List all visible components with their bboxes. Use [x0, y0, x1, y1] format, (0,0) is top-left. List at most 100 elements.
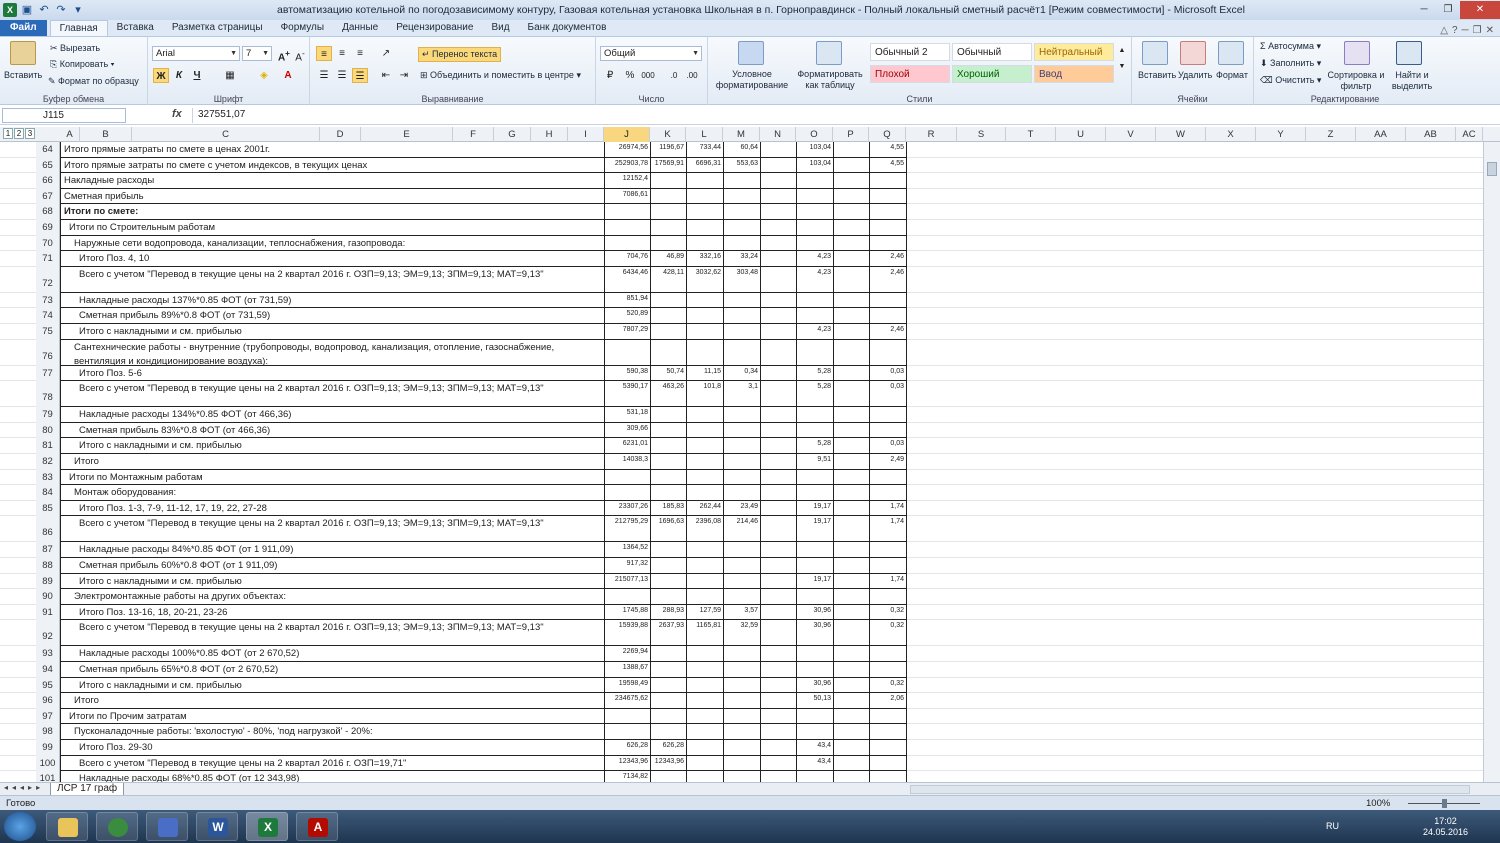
cell-o[interactable]: 30,96 [796, 679, 833, 689]
item-description[interactable]: Накладные расходы 137%*0.85 ФОТ (от 731,… [62, 294, 602, 308]
cell-j[interactable]: 12152,4 [604, 174, 650, 184]
cell-o[interactable]: 4,23 [796, 325, 833, 335]
cut-button[interactable]: ✂ Вырезать [50, 43, 100, 54]
cell-j[interactable]: 5390,17 [604, 382, 650, 392]
fill-button[interactable]: ⬇ Заполнить ▾ [1260, 58, 1321, 69]
cell-o[interactable]: 4,23 [796, 252, 833, 262]
cell-q[interactable]: 0,32 [869, 679, 906, 689]
column-header-B[interactable]: B [80, 127, 132, 142]
cell-k[interactable]: 2637,93 [650, 621, 686, 631]
cell-j[interactable]: 1388,67 [604, 663, 650, 673]
item-description[interactable]: Итого прямые затраты по смете с учетом и… [62, 159, 602, 173]
row-header[interactable]: 80 [36, 422, 60, 439]
row-header[interactable]: 87 [36, 542, 60, 558]
align-left-icon[interactable]: ☰ [316, 68, 332, 83]
percent-icon[interactable]: % [622, 68, 638, 83]
row-header[interactable]: 77 [36, 365, 60, 382]
item-description[interactable]: Итого с накладными и см. прибылью [62, 325, 602, 339]
item-description[interactable]: Итого прямые затраты по смете в ценах 20… [62, 143, 602, 157]
cell-j[interactable]: 1364,52 [604, 543, 650, 553]
column-header-H[interactable]: H [531, 127, 568, 142]
word-taskbar-button[interactable]: W [196, 812, 238, 841]
cell-j[interactable]: 590,38 [604, 367, 650, 377]
cell-j[interactable]: 626,28 [604, 741, 650, 751]
fx-icon[interactable]: fx [172, 108, 182, 120]
tab-3[interactable]: Разметка страницы [163, 20, 272, 36]
item-description[interactable]: Итого с накладными и см. прибылью [62, 439, 602, 453]
explorer-taskbar-button[interactable] [46, 812, 88, 841]
cell-m[interactable]: 214,46 [723, 517, 760, 527]
column-header-C[interactable]: C [132, 127, 320, 142]
cell-o[interactable]: 43,4 [796, 757, 833, 767]
cell-o[interactable]: 19,17 [796, 575, 833, 585]
cell-l[interactable]: 127,59 [686, 606, 723, 616]
cell-k[interactable]: 463,26 [650, 382, 686, 392]
tab-4[interactable]: Формулы [272, 20, 334, 36]
cell-o[interactable]: 30,96 [796, 621, 833, 631]
cell-q[interactable]: 2,46 [869, 252, 906, 262]
cell-j[interactable]: 7807,29 [604, 325, 650, 335]
formula-input[interactable]: 327551,07 [192, 108, 1492, 123]
conditional-format-button[interactable]: Условное форматирование [712, 69, 792, 91]
cell-k[interactable]: 1196,67 [650, 143, 686, 153]
merge-center-button[interactable]: ⊞ Объединить и поместить в центре ▾ [420, 70, 581, 81]
cell-q[interactable]: 2,46 [869, 268, 906, 278]
row-header[interactable]: 74 [36, 308, 60, 324]
cell-j[interactable]: 23307,26 [604, 502, 650, 512]
conditional-format-icon[interactable] [738, 41, 764, 65]
cell-style-5[interactable]: Ввод [1034, 65, 1114, 83]
tab-5[interactable]: Данные [333, 20, 387, 36]
column-header-S[interactable]: S [957, 127, 1006, 142]
cell-k[interactable]: 428,11 [650, 268, 686, 278]
cell-q[interactable]: 2,06 [869, 694, 906, 704]
item-description[interactable]: Пусконаладочные работы: 'вхолостую' - 80… [62, 725, 602, 739]
item-description[interactable]: Накладные расходы 84%*0.85 ФОТ (от 1 911… [62, 543, 602, 557]
fill-color-icon[interactable]: ◈ [256, 68, 272, 83]
grow-font-icon[interactable]: A+ [276, 46, 292, 63]
cell-j[interactable]: 12343,96 [604, 757, 650, 767]
column-header-Y[interactable]: Y [1256, 127, 1306, 142]
cell-m[interactable]: 32,59 [723, 621, 760, 631]
item-description[interactable]: Накладные расходы 100%*0.85 ФОТ (от 2 67… [62, 647, 602, 661]
item-description[interactable]: Сметная прибыль 60%*0.8 ФОТ (от 1 911,09… [62, 559, 602, 573]
binoculars-icon[interactable] [1396, 41, 1422, 65]
cell-k[interactable]: 50,74 [650, 367, 686, 377]
number-format-combo[interactable]: Общий ▼ [600, 46, 702, 61]
tab-6[interactable]: Рецензирование [387, 20, 482, 36]
column-header-N[interactable]: N [760, 127, 796, 142]
tab-1[interactable]: Главная [49, 20, 108, 36]
align-bottom-icon[interactable]: ≡ [352, 46, 368, 61]
column-header-V[interactable]: V [1106, 127, 1156, 142]
cell-j[interactable]: 212795,29 [604, 517, 650, 527]
cell-m[interactable]: 33,24 [723, 252, 760, 262]
cell-j[interactable]: 1745,88 [604, 606, 650, 616]
decrease-decimal-icon[interactable]: .00 [684, 68, 700, 83]
row-header[interactable]: 90 [36, 589, 60, 605]
cell-j[interactable]: 7134,82 [604, 772, 650, 782]
row-header[interactable]: 91 [36, 604, 60, 621]
cell-o[interactable]: 19,17 [796, 502, 833, 512]
row-header[interactable]: 73 [36, 292, 60, 309]
column-header-K[interactable]: K [650, 127, 686, 142]
workbook-restore-icon[interactable]: ❐ [1473, 25, 1482, 36]
font-color-icon[interactable]: A [280, 68, 296, 83]
excel-taskbar-button[interactable]: X [246, 812, 288, 841]
cell-j[interactable]: 234675,62 [604, 694, 650, 704]
italic-button[interactable]: К [171, 68, 187, 83]
row-header[interactable]: 95 [36, 677, 60, 694]
item-description[interactable]: Итого с накладными и см. прибылью [62, 679, 602, 693]
outline-level-3[interactable]: 3 [25, 128, 35, 139]
item-description[interactable]: Итоги по смете: [62, 205, 602, 219]
cell-l[interactable]: 11,15 [686, 367, 723, 377]
item-description[interactable]: Электромонтажные работы на других объект… [62, 590, 602, 604]
cell-j[interactable]: 520,89 [604, 309, 650, 319]
row-header[interactable]: 100 [36, 755, 60, 772]
zoom-level[interactable]: 100% [1366, 796, 1390, 811]
borders-icon[interactable]: ▦ [222, 68, 238, 83]
cell-o[interactable]: 5,28 [796, 367, 833, 377]
row-header[interactable]: 68 [36, 204, 60, 220]
column-header-W[interactable]: W [1156, 127, 1206, 142]
row-header[interactable]: 96 [36, 693, 60, 709]
cell-style-0[interactable]: Обычный 2 [870, 43, 950, 61]
row-header[interactable]: 65 [36, 157, 60, 174]
